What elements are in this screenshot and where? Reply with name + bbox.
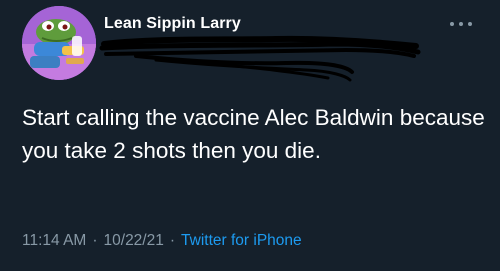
tweet-source-link[interactable]: Twitter for iPhone bbox=[181, 232, 302, 250]
more-dot bbox=[459, 22, 463, 26]
more-dot bbox=[450, 22, 454, 26]
redaction-scribble bbox=[99, 35, 421, 82]
tweet-text: Start calling the vaccine Alec Baldwin b… bbox=[22, 105, 485, 163]
more-dot bbox=[468, 22, 472, 26]
more-horizontal-icon[interactable] bbox=[450, 18, 472, 30]
tweet-date[interactable]: 10/22/21 bbox=[104, 232, 164, 250]
display-name[interactable]: Lean Sippin Larry bbox=[104, 15, 241, 33]
meta-separator: · bbox=[92, 232, 98, 249]
tweet-meta: 11:14 AM · 10/22/21 · Twitter for iPhone bbox=[22, 232, 302, 250]
avatar[interactable] bbox=[22, 6, 96, 80]
tweet-time[interactable]: 11:14 AM bbox=[22, 232, 86, 250]
tweet-card: Lean Sippin Larry Start calling the vacc… bbox=[0, 0, 500, 271]
meta-separator: · bbox=[169, 232, 176, 249]
frog-avatar-image bbox=[22, 6, 96, 80]
